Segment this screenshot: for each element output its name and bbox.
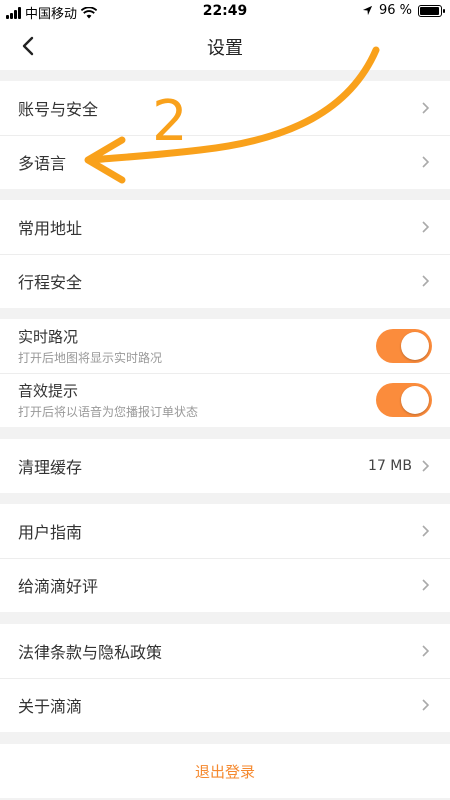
chevron-right-icon xyxy=(422,275,430,287)
logout-button[interactable]: 退出登录 xyxy=(0,744,450,798)
toggle-knob xyxy=(401,332,429,360)
chevron-right-icon xyxy=(422,221,430,233)
battery-level xyxy=(420,6,440,15)
chevron-right-icon xyxy=(422,645,430,657)
settings-group-cache: 清理缓存 17 MB xyxy=(0,439,450,493)
settings-group-guide: 用户指南 给滴滴好评 xyxy=(0,504,450,612)
settings-group-legal: 法律条款与隐私政策 关于滴滴 xyxy=(0,624,450,732)
battery-percent: 96 % xyxy=(378,3,412,18)
status-right: 96 % xyxy=(362,3,445,18)
toggle-knob xyxy=(401,386,429,414)
location-arrow-icon xyxy=(362,5,373,16)
row-label: 多语言 xyxy=(18,154,67,173)
battery-icon xyxy=(418,4,445,17)
page-title: 设置 xyxy=(207,38,243,59)
sound-prompt-toggle[interactable] xyxy=(376,383,432,417)
row-legal-privacy[interactable]: 法律条款与隐私政策 xyxy=(0,624,450,678)
row-label: 用户指南 xyxy=(18,523,83,542)
status-bar: 中国移动 22:49 96 % xyxy=(0,0,450,22)
cache-size: 17 MB xyxy=(368,458,412,474)
row-label: 给滴滴好评 xyxy=(18,577,99,596)
row-account-security[interactable]: 账号与安全 xyxy=(0,81,450,135)
chevron-right-icon xyxy=(422,460,430,472)
row-common-address[interactable]: 常用地址 xyxy=(0,200,450,254)
row-label: 清理缓存 xyxy=(18,458,83,477)
row-trip-safety[interactable]: 行程安全 xyxy=(0,254,450,308)
chevron-right-icon xyxy=(422,699,430,711)
settings-group-account: 账号与安全 多语言 xyxy=(0,81,450,189)
row-label: 常用地址 xyxy=(18,219,83,238)
chevron-right-icon xyxy=(422,102,430,114)
row-label: 关于滴滴 xyxy=(18,697,83,716)
realtime-traffic-toggle[interactable] xyxy=(376,329,432,363)
row-sublabel: 打开后地图将显示实时路况 xyxy=(18,351,163,365)
row-label: 账号与安全 xyxy=(18,100,99,119)
row-realtime-traffic: 实时路况 打开后地图将显示实时路况 xyxy=(0,319,450,373)
row-rate-app[interactable]: 给滴滴好评 xyxy=(0,558,450,612)
row-label: 实时路况 xyxy=(18,328,79,346)
settings-group-toggles: 实时路况 打开后地图将显示实时路况 音效提示 打开后将以语音为您播报订单状态 xyxy=(0,319,450,427)
row-user-guide[interactable]: 用户指南 xyxy=(0,504,450,558)
settings-group-address: 常用地址 行程安全 xyxy=(0,200,450,308)
row-clear-cache[interactable]: 清理缓存 17 MB xyxy=(0,439,450,493)
row-label: 音效提示 xyxy=(18,382,79,400)
row-about[interactable]: 关于滴滴 xyxy=(0,678,450,732)
chevron-right-icon xyxy=(422,579,430,591)
row-label: 法律条款与隐私政策 xyxy=(18,643,163,662)
row-sublabel: 打开后将以语音为您播报订单状态 xyxy=(18,405,199,419)
row-language[interactable]: 多语言 xyxy=(0,135,450,189)
nav-bar: 设置 xyxy=(0,22,450,70)
row-label: 行程安全 xyxy=(18,273,83,292)
chevron-right-icon xyxy=(422,525,430,537)
row-sound-prompt: 音效提示 打开后将以语音为您播报订单状态 xyxy=(0,373,450,427)
chevron-right-icon xyxy=(422,156,430,168)
